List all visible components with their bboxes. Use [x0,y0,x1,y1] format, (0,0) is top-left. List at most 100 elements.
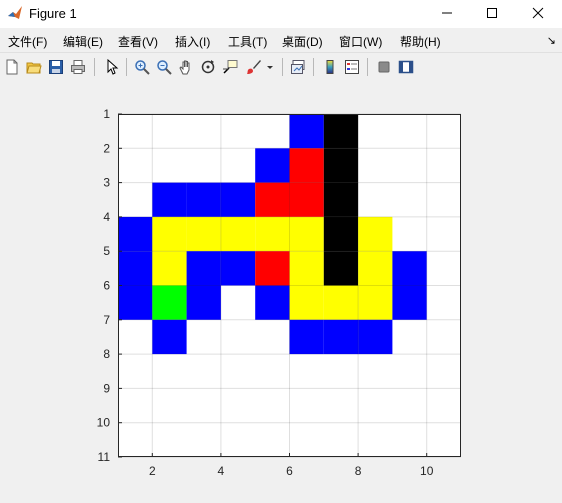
rotate-3d-button[interactable] [198,57,218,77]
heatmap-cell [358,251,393,286]
y-tick-label: 1 [103,107,110,121]
insert-colorbar-button[interactable] [320,57,340,77]
print-icon [71,60,85,74]
title-bar: Figure 1 [0,0,562,28]
heatmap-cell [289,251,324,286]
heatmap-cell [255,251,290,286]
y-tick-label: 5 [103,244,110,258]
insert-colorbar-icon [326,60,334,74]
x-tick-label: 10 [420,464,434,478]
heatmap-cell [289,182,324,217]
save-button[interactable] [46,57,66,77]
brush-icon [247,60,261,74]
heatmap-cell [118,251,153,286]
close-button[interactable] [515,0,561,26]
figure-canvas[interactable]: 2 4 6 8 10 1 2 3 4 5 6 7 8 9 10 11 [0,81,562,503]
pan-button[interactable] [176,57,196,77]
brush-button[interactable] [244,57,264,77]
heatmap-cell [323,182,359,217]
heatmap-cell [289,319,324,355]
menu-bar: 文件(F) 编辑(E) 查看(V) 插入(I) 工具(T) 桌面(D) 窗口(W… [0,28,562,50]
zoom-out-button[interactable] [154,57,174,77]
zoom-out-icon [157,60,172,75]
new-figure-button[interactable] [2,57,22,77]
y-tick-label: 10 [97,416,111,430]
heatmap-cell [152,319,187,355]
heatmap-cell [323,114,359,149]
window-title: Figure 1 [29,6,77,21]
chevron-down-icon [267,66,273,69]
y-tick-label: 7 [103,313,110,327]
heatmap-cell [186,251,221,286]
data-cursor-icon [223,60,238,74]
menu-desktop[interactable]: 桌面(D) [282,33,323,50]
heatmap-cell [118,285,153,320]
insert-legend-button[interactable] [342,57,362,77]
select-button[interactable] [102,57,122,77]
heatmap-cell [323,216,359,252]
toolbar-separator [282,58,283,76]
heatmap-cell [255,182,290,217]
heatmap-cell [220,251,256,286]
show-plot-tools-icon [398,60,414,74]
new-figure-icon [6,59,18,75]
menu-file[interactable]: 文件(F) [8,33,47,50]
menu-view[interactable]: 查看(V) [118,33,158,50]
heatmap-cell [255,285,290,320]
heatmap-cell [358,216,393,252]
heatmap-cell [289,216,324,252]
heatmap-cell [118,216,153,252]
close-icon [532,7,544,19]
heatmap-cell [152,251,187,286]
heatmap-cell [358,285,393,320]
x-tick-label: 4 [218,464,225,478]
toolbar-separator [94,58,95,76]
zoom-in-icon [135,60,150,75]
minimize-button[interactable] [424,0,470,26]
heatmap-cell [289,114,324,149]
heatmap-cell [289,148,324,183]
x-tick-label: 6 [286,464,293,478]
pan-hand-icon [179,60,190,75]
y-tick-label: 2 [103,141,110,155]
menu-window[interactable]: 窗口(W) [339,33,382,50]
heatmap-cell [186,182,221,217]
y-tick-label: 8 [103,347,110,361]
heatmap-cell [289,285,324,320]
heatmap-cell [152,182,187,217]
heatmap-cell [255,216,290,252]
zoom-in-button[interactable] [132,57,152,77]
heatmap-cell [186,285,221,320]
menu-help[interactable]: 帮助(H) [400,33,441,50]
print-button[interactable] [68,57,88,77]
x-tick-label: 2 [149,464,156,478]
open-file-icon [26,62,42,74]
save-icon [49,60,63,74]
menu-overflow-icon[interactable]: ↘ [547,34,556,47]
show-plot-tools-button[interactable] [396,57,416,77]
toolbar-separator [313,58,314,76]
heatmap-cell [323,148,359,183]
x-tick-label: 8 [355,464,362,478]
heatmap-chart[interactable]: 2 4 6 8 101234567891011 [0,81,562,503]
link-plot-button[interactable] [288,57,308,77]
menu-insert[interactable]: 插入(I) [175,33,210,50]
menu-edit[interactable]: 编辑(E) [63,33,103,50]
heatmap-cell [323,319,359,355]
heatmap-cell [255,148,290,183]
link-plot-icon [291,60,305,74]
heatmap-cell [152,285,187,320]
open-file-button[interactable] [24,57,44,77]
heatmap-cell [392,285,427,320]
figure-toolbar [0,52,562,82]
y-tick-label: 11 [98,450,111,464]
hide-plot-tools-button[interactable] [374,57,394,77]
maximize-button[interactable] [469,0,515,26]
hide-plot-tools-icon [378,61,390,73]
brush-dropdown-button[interactable] [264,57,276,77]
menu-tools[interactable]: 工具(T) [228,33,267,50]
heatmap-cell [220,182,256,217]
data-cursor-button[interactable] [220,57,240,77]
minimize-icon [442,12,452,14]
heatmap-cell [186,216,221,252]
